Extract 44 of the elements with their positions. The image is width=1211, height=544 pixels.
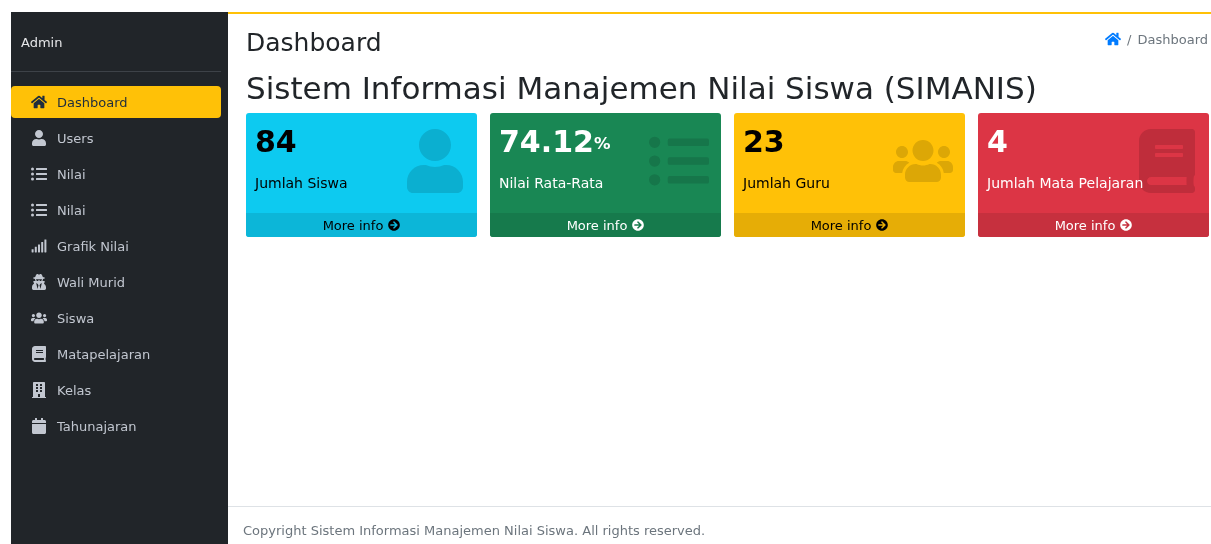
- stat-label: Nilai Rata-Rata: [499, 175, 605, 191]
- app-heading: Sistem Informasi Manajemen Nilai Siswa (SIMANIS): [246, 70, 1038, 106]
- copyright-text: Copyright Sistem Informasi Manajemen Nilai Siswa. All rights reserved.: [243, 523, 706, 540]
- stat-value: 4: [987, 123, 1009, 161]
- book-icon: [31, 346, 47, 362]
- home-link[interactable]: [1105, 31, 1122, 47]
- sidebar-item[interactable]: Wali Murid: [11, 266, 221, 298]
- arrow-right-icon: [632, 219, 645, 231]
- sidebar-item[interactable]: Nilai: [11, 158, 221, 190]
- bar-chart-icon: [31, 238, 47, 254]
- stat-label: Jumlah Mata Pelajaran: [987, 175, 1145, 191]
- more-info-link[interactable]: More info: [246, 213, 477, 237]
- list-icon: [31, 202, 47, 218]
- stat-value: 23: [743, 123, 786, 161]
- spy-icon: [31, 274, 47, 290]
- sidebar-item[interactable]: Nilai: [11, 194, 221, 226]
- stat-label: Jumlah Guru: [743, 175, 831, 191]
- more-info-link[interactable]: More info: [734, 213, 965, 237]
- breadcrumb-item: Dashboard: [1137, 31, 1208, 47]
- sidebar-item[interactable]: Matapelajaran: [11, 338, 221, 370]
- breadcrumb-separator: /: [1127, 31, 1132, 47]
- list-icon: [31, 166, 47, 182]
- user-icon: [31, 130, 47, 146]
- sidebar-item[interactable]: Kelas: [11, 374, 221, 406]
- sidebar-item[interactable]: Dashboard: [11, 86, 221, 118]
- building-icon: [31, 382, 47, 398]
- stat-value: 84: [255, 123, 298, 161]
- sidebar-item[interactable]: Grafik Nilai: [11, 230, 221, 262]
- brand-name: Admin: [20, 34, 64, 52]
- home-icon: [1105, 31, 1122, 47]
- sidebar-item[interactable]: Users: [11, 122, 221, 154]
- more-info-link[interactable]: More info: [978, 213, 1209, 237]
- user-icon: [405, 129, 465, 193]
- sidebar-item[interactable]: Tahunajaran: [11, 410, 221, 442]
- arrow-right-icon: [876, 219, 889, 231]
- arrow-right-icon: [388, 219, 401, 231]
- users-icon: [31, 310, 47, 326]
- page-title: Dashboard: [246, 27, 382, 57]
- more-info-link[interactable]: More info: [490, 213, 721, 237]
- stat-label: Jumlah Siswa: [255, 175, 349, 191]
- home-icon: [31, 94, 47, 110]
- sidebar-item[interactable]: Siswa: [11, 302, 221, 334]
- calendar-icon: [31, 418, 47, 434]
- arrow-right-icon: [1120, 219, 1133, 231]
